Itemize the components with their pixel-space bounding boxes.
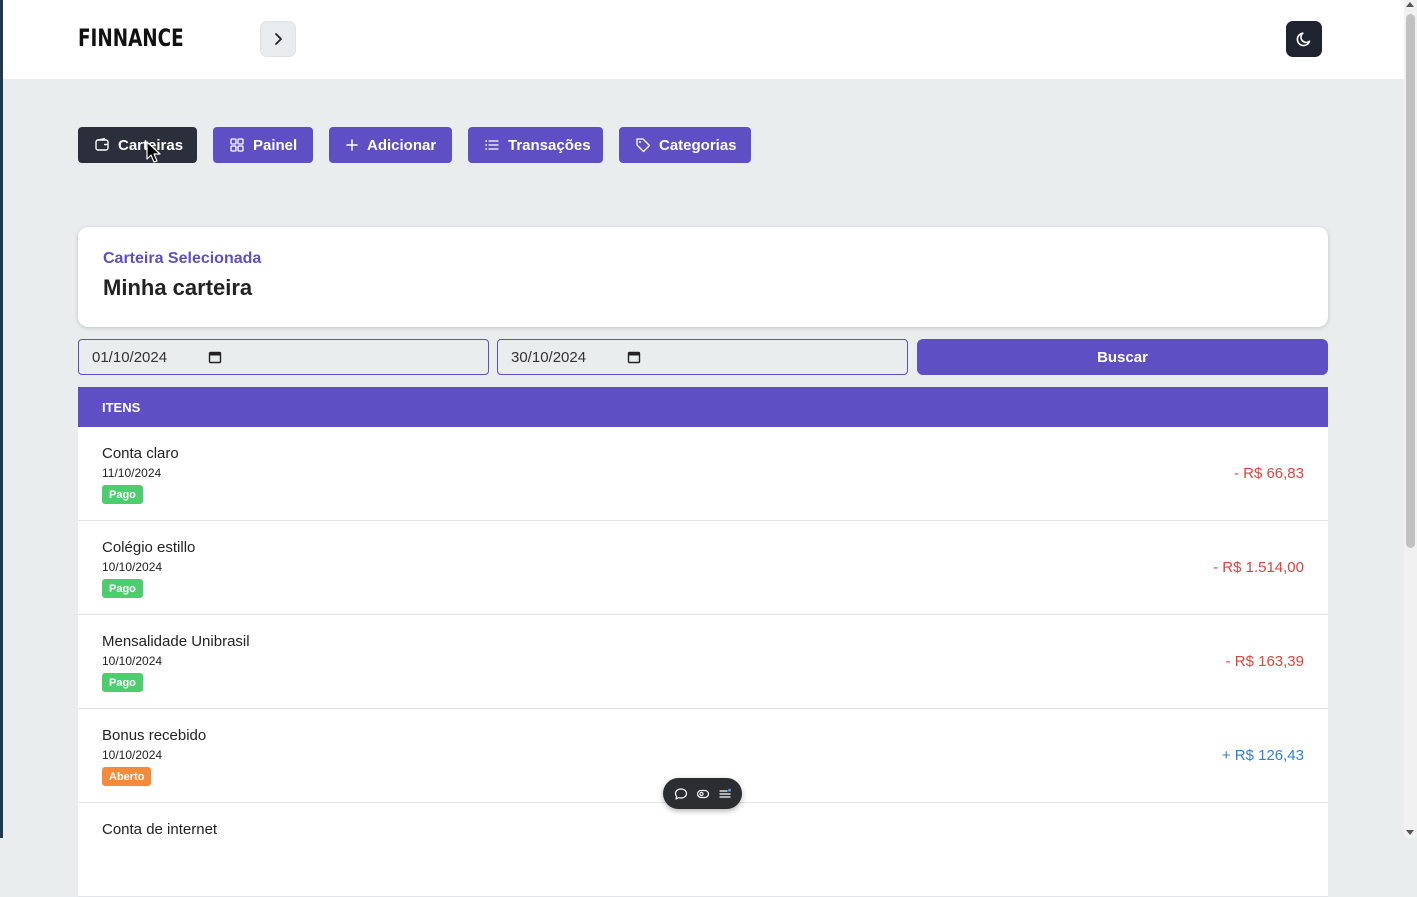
status-badge: Aberto bbox=[102, 767, 152, 786]
nav-categorias-button[interactable]: Categorias bbox=[619, 127, 751, 163]
item-amount: + R$ 126,43 bbox=[1221, 747, 1304, 764]
item-amount: - R$ 1.514,00 bbox=[1213, 559, 1304, 576]
item-name: Mensalidade Unibrasil bbox=[102, 633, 250, 650]
items-table-header: ITENS bbox=[78, 387, 1328, 427]
item-date: 10/10/2024 bbox=[102, 560, 163, 574]
item-date: 11/10/2024 bbox=[102, 466, 162, 480]
scroll-up-icon[interactable] bbox=[1406, 2, 1414, 7]
tag-icon bbox=[636, 138, 651, 153]
end-date-input[interactable]: 30/10/2024 bbox=[497, 339, 908, 375]
menu-icon[interactable] bbox=[718, 787, 732, 801]
item-name: Conta claro bbox=[102, 445, 179, 462]
item-name: Bonus recebido bbox=[102, 727, 207, 744]
nav-label: Painel bbox=[253, 136, 298, 154]
mouse-cursor-icon bbox=[146, 141, 161, 163]
nav-adicionar-button[interactable]: Adicionar bbox=[329, 127, 452, 163]
search-button[interactable]: Buscar bbox=[917, 339, 1328, 375]
moon-icon bbox=[1296, 32, 1311, 47]
nav-carteiras-button[interactable]: Carteiras bbox=[78, 127, 197, 163]
item-date: 10/10/2024 bbox=[102, 748, 163, 762]
selected-wallet-card: Carteira Selecionada Minha carteira bbox=[78, 227, 1328, 327]
transactions-list: Conta claro 11/10/2024 Pago - R$ 66,83 C… bbox=[78, 427, 1328, 897]
item-name: Conta de internet bbox=[102, 821, 218, 838]
plus-icon bbox=[346, 139, 358, 151]
chevron-right-icon bbox=[275, 33, 282, 45]
status-badge: Pago bbox=[102, 673, 143, 692]
nav-label: Transações bbox=[508, 136, 591, 154]
nav-label: Categorias bbox=[659, 136, 737, 154]
item-amount: - R$ 163,39 bbox=[1225, 653, 1304, 670]
calendar-icon[interactable] bbox=[208, 350, 222, 364]
grid-icon bbox=[230, 138, 244, 152]
chat-icon[interactable] bbox=[674, 787, 688, 801]
items-header-label: ITENS bbox=[102, 399, 141, 415]
list-item[interactable]: Colégio estillo 10/10/2024 Pago - R$ 1.5… bbox=[78, 521, 1328, 615]
list-item[interactable]: Conta claro 11/10/2024 Pago - R$ 66,83 bbox=[78, 427, 1328, 521]
sidebar-toggle-button[interactable] bbox=[260, 21, 296, 57]
scroll-down-icon[interactable] bbox=[1406, 830, 1414, 835]
eye-icon[interactable] bbox=[696, 787, 710, 801]
brand-logo: FINNANCE bbox=[78, 24, 184, 52]
selected-wallet-subtitle: Carteira Selecionada bbox=[103, 250, 262, 267]
scrollbar-thumb[interactable] bbox=[1406, 14, 1415, 548]
list-item[interactable]: Conta de internet bbox=[78, 803, 1328, 897]
item-amount: - R$ 66,83 bbox=[1233, 465, 1304, 482]
list-item[interactable]: Mensalidade Unibrasil 10/10/2024 Pago - … bbox=[78, 615, 1328, 709]
item-date: 10/10/2024 bbox=[102, 654, 163, 668]
wallet-icon bbox=[95, 137, 109, 151]
selected-wallet-name: Minha carteira bbox=[103, 275, 253, 300]
nav-painel-button[interactable]: Painel bbox=[213, 127, 313, 163]
desktop-edge bbox=[0, 0, 3, 838]
end-date-value: 30/10/2024 bbox=[511, 348, 587, 366]
start-date-value: 01/10/2024 bbox=[92, 348, 168, 366]
theme-toggle-button[interactable] bbox=[1286, 21, 1322, 57]
vertical-scrollbar[interactable] bbox=[1404, 0, 1417, 838]
nav-transacoes-button[interactable]: Transações bbox=[468, 127, 603, 163]
calendar-icon[interactable] bbox=[627, 350, 641, 364]
start-date-input[interactable]: 01/10/2024 bbox=[78, 339, 489, 375]
nav-label: Adicionar bbox=[367, 136, 437, 154]
list-icon bbox=[485, 140, 499, 150]
item-name: Colégio estillo bbox=[102, 539, 196, 556]
floating-toolbar bbox=[663, 778, 742, 809]
status-badge: Pago bbox=[102, 485, 143, 504]
status-badge: Pago bbox=[102, 579, 143, 598]
top-header: FINNANCE bbox=[3, 0, 1404, 79]
